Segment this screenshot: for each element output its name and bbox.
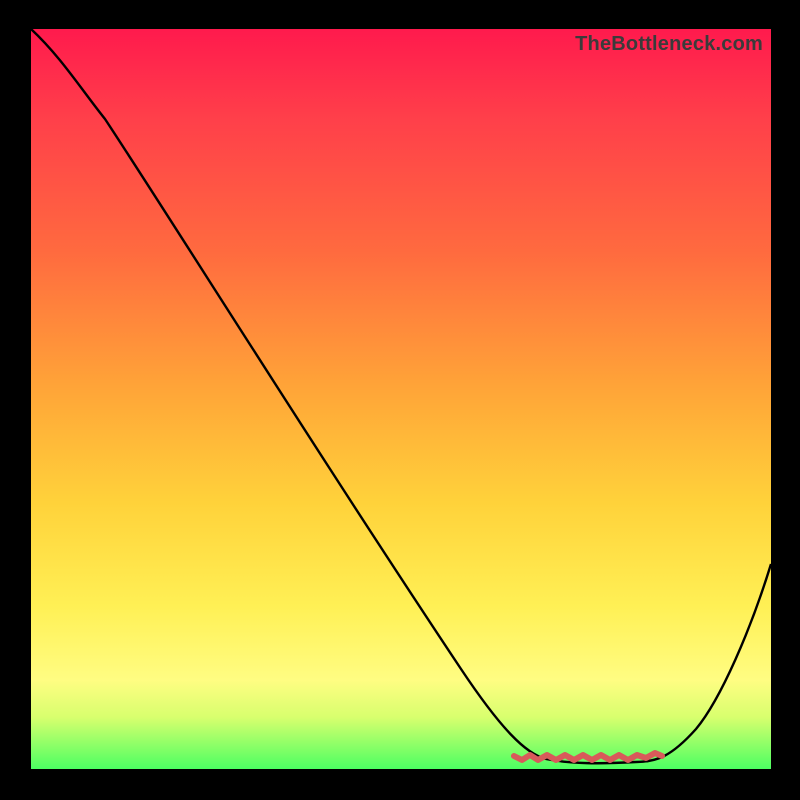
chart-frame: TheBottleneck.com: [0, 0, 800, 800]
bottleneck-curve: [31, 29, 771, 763]
plot-area: TheBottleneck.com: [31, 29, 771, 769]
chart-svg: [31, 29, 771, 769]
